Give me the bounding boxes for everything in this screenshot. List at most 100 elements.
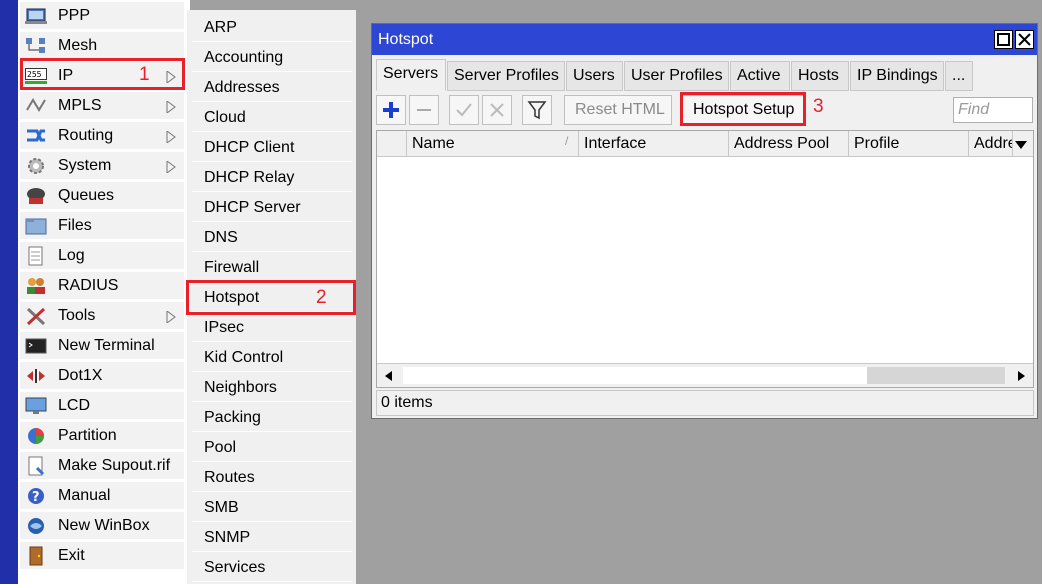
submenu-item-label: Kid Control <box>204 349 284 366</box>
mpls-icon <box>25 96 47 116</box>
lcd-monitor-icon <box>25 396 47 416</box>
tab-ip-bindings[interactable]: IP Bindings <box>850 61 944 91</box>
tab-active[interactable]: Active <box>730 61 790 91</box>
radius-users-icon <box>25 276 47 296</box>
submenu-item-kid-control[interactable]: Kid Control <box>192 344 352 372</box>
menu-item-new-winbox[interactable]: New WinBox <box>20 512 184 540</box>
submenu-arrow-icon <box>166 310 176 324</box>
menu-item-label: System <box>58 157 112 174</box>
submenu-item-neighbors[interactable]: Neighbors <box>192 374 352 402</box>
menu-item-mpls[interactable]: MPLS <box>20 92 184 120</box>
menu-item-exit[interactable]: Exit <box>20 542 184 570</box>
submenu-item-label: DNS <box>204 229 238 246</box>
menu-item-lcd[interactable]: LCD <box>20 392 184 420</box>
item-count: 0 items <box>381 394 433 411</box>
routing-icon <box>25 126 47 146</box>
column-header-address-pool[interactable]: Address Pool <box>729 131 849 156</box>
submenu-item-dns[interactable]: DNS <box>192 224 352 252</box>
submenu-item-arp[interactable]: ARP <box>192 14 352 42</box>
horizontal-scrollbar[interactable] <box>377 363 1033 387</box>
menu-item-label: Queues <box>58 187 115 204</box>
annotation-number-2: 2 <box>316 287 327 308</box>
add-button[interactable] <box>376 95 406 125</box>
submenu-item-routes[interactable]: Routes <box>192 464 352 492</box>
reset-html-label: Reset HTML <box>575 101 665 118</box>
tab-hosts[interactable]: Hosts <box>791 61 849 91</box>
menu-item-label: PPP <box>58 7 91 24</box>
scrollbar-track[interactable] <box>867 367 1005 384</box>
submenu-item-dhcp-relay[interactable]: DHCP Relay <box>192 164 352 192</box>
menu-item-make-supout[interactable]: Make Supout.rif <box>20 452 184 480</box>
menu-item-partition[interactable]: Partition <box>20 422 184 450</box>
submenu-item-label: ARP <box>204 19 237 36</box>
menu-item-log[interactable]: Log <box>20 242 184 270</box>
x-disable-icon <box>490 103 504 117</box>
maximize-button[interactable] <box>994 30 1013 49</box>
submenu-item-ipsec[interactable]: IPsec <box>192 314 352 342</box>
log-icon <box>25 246 47 266</box>
submenu-item-label: Firewall <box>204 259 260 276</box>
queues-icon <box>25 186 47 206</box>
scroll-right-icon[interactable] <box>1014 369 1028 383</box>
dot1x-icon <box>25 366 47 386</box>
tab-servers[interactable]: Servers <box>376 59 446 91</box>
tab-label: User Profiles <box>631 67 723 84</box>
left-sidebar-strip <box>0 0 18 584</box>
menu-item-new-terminal[interactable]: New Terminal <box>20 332 184 360</box>
menu-item-ppp[interactable]: PPP <box>20 2 184 30</box>
close-button[interactable] <box>1015 30 1034 49</box>
submenu-item-dhcp-client[interactable]: DHCP Client <box>192 134 352 162</box>
menu-item-routing[interactable]: Routing <box>20 122 184 150</box>
menu-item-label: Manual <box>58 487 111 504</box>
filter-button[interactable] <box>522 95 552 125</box>
menu-item-files[interactable]: Files <box>20 212 184 240</box>
submenu-item-firewall[interactable]: Firewall <box>192 254 352 282</box>
tab-users[interactable]: Users <box>566 61 623 91</box>
menu-item-queues[interactable]: Queues <box>20 182 184 210</box>
submenu-item-label: Addresses <box>204 79 280 96</box>
submenu-item-dhcp-server[interactable]: DHCP Server <box>192 194 352 222</box>
submenu-item-accounting[interactable]: Accounting <box>192 44 352 72</box>
submenu-item-snmp[interactable]: SNMP <box>192 524 352 552</box>
tab-user-profiles[interactable]: User Profiles <box>624 61 729 91</box>
menu-item-manual[interactable]: ? Manual <box>20 482 184 510</box>
disable-button[interactable] <box>482 95 512 125</box>
folder-icon <box>25 216 47 236</box>
column-header-address[interactable]: Addre <box>969 131 1013 156</box>
submenu-item-smb[interactable]: SMB <box>192 494 352 522</box>
scroll-left-icon[interactable] <box>382 369 396 383</box>
column-header-flag[interactable] <box>377 131 407 156</box>
annotation-number-3: 3 <box>813 96 824 117</box>
tab-more[interactable]: ... <box>945 61 973 91</box>
menu-item-radius[interactable]: RADIUS <box>20 272 184 300</box>
column-header-profile[interactable]: Profile <box>849 131 969 156</box>
column-menu-dropdown-icon[interactable] <box>1013 138 1029 152</box>
menu-item-system[interactable]: System <box>20 152 184 180</box>
submenu-item-cloud[interactable]: Cloud <box>192 104 352 132</box>
submenu-item-pool[interactable]: Pool <box>192 434 352 462</box>
enable-button[interactable] <box>449 95 479 125</box>
find-input[interactable] <box>953 97 1033 123</box>
scrollbar-thumb[interactable] <box>403 367 867 384</box>
remove-button[interactable] <box>409 95 439 125</box>
menu-item-label: MPLS <box>58 97 102 114</box>
check-icon <box>456 103 472 117</box>
menu-item-label: Exit <box>58 547 85 564</box>
menu-item-label: Routing <box>58 127 114 144</box>
annotation-box-ip <box>20 58 185 90</box>
submenu-item-services[interactable]: Services <box>192 554 352 582</box>
menu-item-dot1x[interactable]: Dot1X <box>20 362 184 390</box>
window-titlebar[interactable]: Hotspot <box>372 24 1037 55</box>
menu-item-label: LCD <box>58 397 91 414</box>
submenu-item-addresses[interactable]: Addresses <box>192 74 352 102</box>
system-gear-icon <box>25 156 47 176</box>
submenu-item-label: Pool <box>204 439 237 456</box>
submenu-item-packing[interactable]: Packing <box>192 404 352 432</box>
menu-item-tools[interactable]: Tools <box>20 302 184 330</box>
submenu-item-label: Services <box>204 559 266 576</box>
tab-server-profiles[interactable]: Server Profiles <box>447 61 565 91</box>
reset-html-button[interactable]: Reset HTML <box>564 95 672 125</box>
column-header-interface[interactable]: Interface <box>579 131 729 156</box>
column-header-name[interactable]: Name / <box>407 131 579 156</box>
menu-item-mesh[interactable]: Mesh <box>20 32 184 60</box>
